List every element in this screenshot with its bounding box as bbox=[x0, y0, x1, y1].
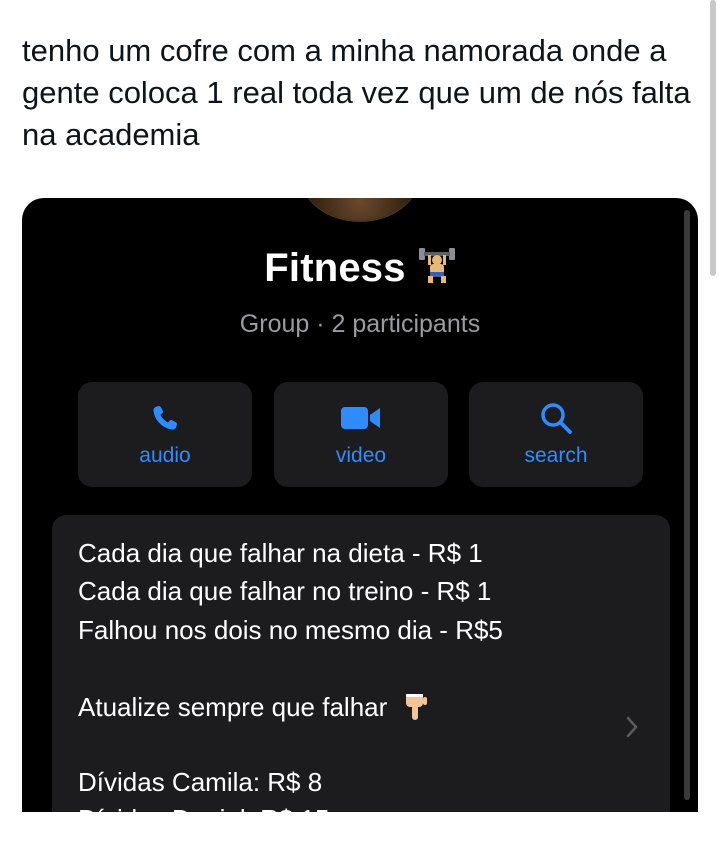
group-title-text: Fitness bbox=[264, 246, 406, 290]
description-line: Falhou nos dois no mesmo dia - R$5 bbox=[78, 615, 503, 645]
group-participants: Group · 2 participants bbox=[239, 310, 481, 338]
screenshot-cutoff bbox=[0, 812, 720, 841]
video-camera-icon bbox=[274, 400, 448, 436]
action-buttons: audio video search bbox=[78, 382, 644, 488]
description-line: Atualize sempre que falhar bbox=[78, 692, 429, 729]
tweet-text: tenho um cofre com a minha namorada onde… bbox=[22, 33, 691, 152]
phone-icon bbox=[78, 400, 252, 436]
audio-call-button[interactable]: audio bbox=[78, 382, 252, 487]
search-label: search bbox=[524, 444, 588, 467]
description-line-text: Atualize sempre que falhar bbox=[78, 692, 388, 722]
search-button[interactable]: search bbox=[469, 382, 643, 487]
group-title: Fitness bbox=[0, 245, 720, 291]
description-line: Dívidas Camila: R$ 8 bbox=[78, 767, 323, 797]
weightlifter-icon bbox=[418, 245, 456, 285]
tweet-page: tenho um cofre com a minha namorada onde… bbox=[0, 0, 720, 841]
screenshot-scrollbar[interactable] bbox=[684, 210, 690, 800]
video-label: video bbox=[335, 444, 387, 467]
video-call-button[interactable]: video bbox=[274, 382, 448, 487]
chevron-right-icon[interactable] bbox=[624, 714, 640, 740]
audio-label: audio bbox=[139, 444, 191, 467]
pointing-down-hand-icon bbox=[403, 692, 429, 729]
description-line: Cada dia que falhar na dieta - R$ 1 bbox=[78, 538, 483, 568]
page-scrollbar[interactable] bbox=[710, 0, 716, 276]
description-line: Cada dia que falhar no treino - R$ 1 bbox=[78, 576, 492, 606]
group-avatar[interactable] bbox=[300, 198, 420, 222]
search-icon bbox=[469, 400, 643, 436]
